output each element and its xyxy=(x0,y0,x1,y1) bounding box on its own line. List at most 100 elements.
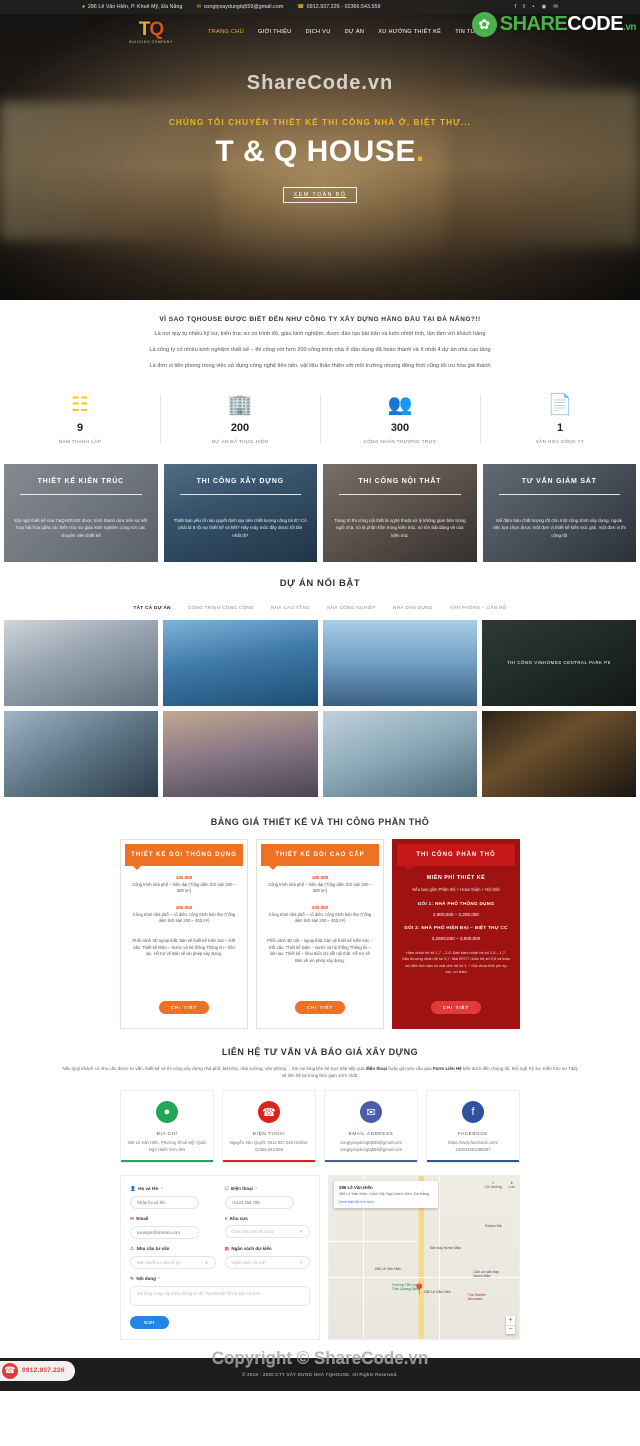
contact-card-title-facebook: FACEBOOK xyxy=(457,1131,489,1137)
twitter-icon[interactable]: 𝗍 xyxy=(523,4,525,10)
project-filter-all[interactable]: TẤT CẢ DỰ ÁN xyxy=(133,605,170,610)
input-email[interactable] xyxy=(130,1225,199,1239)
stat-culture-number: 1 xyxy=(556,421,564,434)
project-filter-nha-cao-tang[interactable]: NHÀ CAO TẦNG xyxy=(271,605,310,610)
stat-projects: 🏢 200 DỰ ÁN ĐÃ THỰC HIỆN xyxy=(160,389,320,450)
map-directions-label: Chỉ đường xyxy=(484,1184,502,1189)
service-title-4: TƯ VẤN GIÁM SÁT xyxy=(521,477,597,485)
map-marker-icon: ● xyxy=(224,1215,228,1221)
nav-item-trang-chu[interactable]: TRANG CHỦ xyxy=(208,29,244,35)
hero-kicker: CHÚNG TÔI CHUYÊN THIẾT KẾ THI CÔNG NHÀ Ở… xyxy=(168,118,472,127)
project-filter-cong-trinh-cong-cong[interactable]: CÔNG TRÌNH CÔNG CỘNG xyxy=(188,605,254,610)
why-us-section: VÌ SAO TQHOUSE ĐƯỢC BIẾT ĐẾN NHƯ CÔNG TY… xyxy=(0,300,640,385)
field-khu-vuc: ● Khu vực Chọn khu vực thi công ▼ xyxy=(224,1215,310,1239)
envelope-icon: ✉ xyxy=(130,1215,134,1221)
nav-item-du-an[interactable]: DỰ ÁN xyxy=(345,29,365,35)
field-email: ✉ Email xyxy=(130,1216,216,1239)
project-filter-nha-dan-dung[interactable]: NHÀ DÂN DỤNG xyxy=(393,605,433,610)
pricing-fine-print: Hầm nhân hệ số 1,7 – 2.0. Bán hầm nhân h… xyxy=(402,949,510,975)
service-text-2: Thiết bạn yếu tố nào quyết định tạo nên … xyxy=(173,517,307,538)
nav-item-dich-vu[interactable]: DỊCH VỤ xyxy=(305,29,330,35)
project-filter-van-phong-can-ho[interactable]: VĂN PHÒNG – CĂN HỘ xyxy=(450,605,507,610)
logo-letter-t: T xyxy=(138,19,151,40)
pricing-free-title: MIỄN PHÍ THIẾT KẾ xyxy=(426,874,486,881)
map-embed[interactable]: 286 Lê Văn Hiến 286 Lê Văn Hiến, Khuê Mỹ… xyxy=(328,1174,520,1340)
hero-content: CHÚNG TÔI CHUYÊN THIẾT KẾ THI CÔNG NHÀ Ở… xyxy=(0,118,640,203)
topbar-phone[interactable]: ☎ 0912.937.226 - 02366.543.559 xyxy=(297,4,380,10)
nav-item-gioi-thieu[interactable]: GIỚI THIỆU xyxy=(258,29,292,35)
required-marker: * xyxy=(161,1186,163,1192)
contact-card-email: ✉ EMAIL ADDRESS congtyxaydungtq559@gmail… xyxy=(324,1090,418,1163)
project-thumb[interactable] xyxy=(4,710,159,797)
project-thumb[interactable] xyxy=(322,710,477,797)
input-dien-thoai[interactable] xyxy=(224,1195,294,1209)
globe-icon[interactable]: ◉ xyxy=(541,4,546,10)
stat-culture: 📄 1 VĂN HÓA CÔNG TY xyxy=(480,389,640,450)
map-zoom-in-button[interactable]: + xyxy=(506,1316,515,1325)
site-logo[interactable]: TQ BUILDING COMPANY xyxy=(122,20,180,44)
service-card-tu-van-giam-sat[interactable]: TƯ VẤN GIÁM SÁT Để đảm bảo chất lượng tố… xyxy=(482,463,636,562)
pricing-card-body-2: 180.000 Công trình nhà phố – hiện đại (T… xyxy=(257,866,383,965)
contact-intro-phone-em: điện thoại xyxy=(365,1065,388,1071)
pricing-detail-button-2[interactable]: CHI TIẾT xyxy=(294,1000,346,1014)
select-ngan-sach[interactable]: Ngân sách chi trả? ▼ xyxy=(224,1255,310,1269)
envelope-icon: ✉ xyxy=(196,4,202,10)
pencil-icon: ✎ xyxy=(130,1275,134,1281)
project-thumb[interactable] xyxy=(163,710,318,797)
logo-tagline: BUILDING COMPANY xyxy=(129,40,173,44)
pricing-detail-button-1[interactable]: CHI TIẾT xyxy=(158,1000,210,1014)
why-us-line-2: Là công ty có nhiều kinh nghiệm thiết kế… xyxy=(149,346,491,353)
pricing-desc-2b: Công trình nhà phố – cổ điển, công trình… xyxy=(268,911,372,924)
service-card-thi-cong-xay-dung[interactable]: THI CÔNG XÂY DỰNG Thiết bạn yếu tố nào q… xyxy=(163,463,317,562)
topbar-email[interactable]: ✉ congtyxaydungtq559@gmail.com xyxy=(196,4,283,10)
pricing-detail-button-3[interactable]: CHI TIẾT xyxy=(430,1000,482,1014)
topbar-address-text: 286 Lê Văn Hiến, P. Khuê Mỹ, Đà Nẵng xyxy=(87,4,183,10)
project-caption xyxy=(4,711,158,797)
map-label-street: 286 Lê Văn Hiến xyxy=(374,1266,402,1271)
service-card-thiet-ke-kien-truc[interactable]: THIẾT KẾ KIẾN TRÚC Đội ngũ thiết kế của … xyxy=(4,463,158,562)
contact-card-phone: ☎ ĐIỆN THOẠI Nguyễn Văn Quyết: 0912.937.… xyxy=(222,1090,316,1163)
sharecode-leaf-icon: ✿ xyxy=(471,12,497,37)
contact-heading: LIÊN HỆ TƯ VẤN VÀ BÁO GIÁ XÂY DỰNG xyxy=(221,1046,419,1057)
pricing-free-sub: Nếu bao gồm Phần thô + Hoàn thiện + Nội … xyxy=(412,886,500,892)
location-pin-icon: ● xyxy=(81,4,86,10)
map-view-larger-link[interactable]: Xem bản đồ lớn hơn xyxy=(339,1200,433,1204)
map-zoom-out-button[interactable]: − xyxy=(506,1324,515,1334)
mail-icon[interactable]: ✉ xyxy=(553,4,558,10)
project-thumb[interactable] xyxy=(163,619,318,706)
site-footer: © 2019 - 2020 CTY XÂY DỰNG NHÀ TQHOUSE. … xyxy=(0,1357,640,1391)
submit-button[interactable]: GỬI xyxy=(130,1315,170,1329)
call-button-number: 0912.937.226 xyxy=(22,1367,65,1375)
map-directions-button[interactable]: ➚ Chỉ đường xyxy=(484,1181,501,1189)
nav-item-xu-huong-thiet-ke[interactable]: XU HƯỚNG THIẾT KẾ xyxy=(378,29,441,35)
phone-icon: ☎ xyxy=(258,1101,280,1124)
project-thumb[interactable] xyxy=(322,619,477,706)
contact-intro-form-em: Form Liên Hệ xyxy=(432,1065,462,1071)
input-ho-va-ten[interactable] xyxy=(130,1195,199,1209)
select-nhu-cau-tu-van[interactable]: Bạn muốn tư vấn về gì? ▼ xyxy=(130,1255,216,1269)
map-save-button[interactable]: ★ Lưu xyxy=(509,1181,515,1189)
pricing-section: BẢNG GIÁ THIẾT KẾ VÀ THI CÔNG PHẦN THÔ T… xyxy=(0,797,640,1029)
map-zoom-controls[interactable]: + − xyxy=(506,1315,515,1334)
service-card-thi-cong-noi-that[interactable]: THI CÔNG NỘI THẤT Trang trí thi công nội… xyxy=(323,463,477,562)
textarea-noi-dung[interactable]: Vui lòng cung cấp thêm thông tin để TQHO… xyxy=(130,1285,310,1306)
rss-icon[interactable]: • xyxy=(532,4,534,10)
nav-menu: TRANG CHỦ GIỚI THIỆU DỊCH VỤ DỰ ÁN XU HƯ… xyxy=(208,29,480,35)
project-thumb[interactable] xyxy=(4,619,159,706)
hero-cta-button[interactable]: XEM TOÀN BỘ xyxy=(282,187,358,203)
phone-icon: ☎ xyxy=(2,1362,18,1379)
project-thumb[interactable]: THI CÔNG VINHOMES CENTRAL PARK P6 xyxy=(481,619,636,706)
map-info-address: 286 Lê Văn Hiến, Khuê Mỹ, Ngũ Hành Sơn, … xyxy=(339,1191,429,1196)
projects-heading: DỰ ÁN NỔI BẬT xyxy=(279,577,361,589)
stat-workers-number: 300 xyxy=(390,421,410,434)
pricing-desc-1a: Công trình nhà phố – hiện đại (Tổng diện… xyxy=(132,881,236,894)
project-filter-nha-cong-nghiep[interactable]: NHÀ CÔNG NGHIỆP xyxy=(327,605,376,610)
facebook-icon[interactable]: f xyxy=(515,4,517,10)
floating-call-button[interactable]: ☎ 0912.937.226 xyxy=(0,1360,75,1381)
select-khu-vuc[interactable]: Chọn khu vực thi công ▼ xyxy=(224,1224,310,1238)
hero-title-text: T & Q HOUSE xyxy=(215,135,416,168)
stat-years: ☷ 9 NĂM THÀNH LẬP xyxy=(0,389,160,450)
location-pin-icon: ● xyxy=(156,1101,178,1124)
project-thumb[interactable] xyxy=(481,710,636,797)
contact-card-facebook: f FACEBOOK https://www.facebook.com/ 100… xyxy=(426,1090,520,1163)
